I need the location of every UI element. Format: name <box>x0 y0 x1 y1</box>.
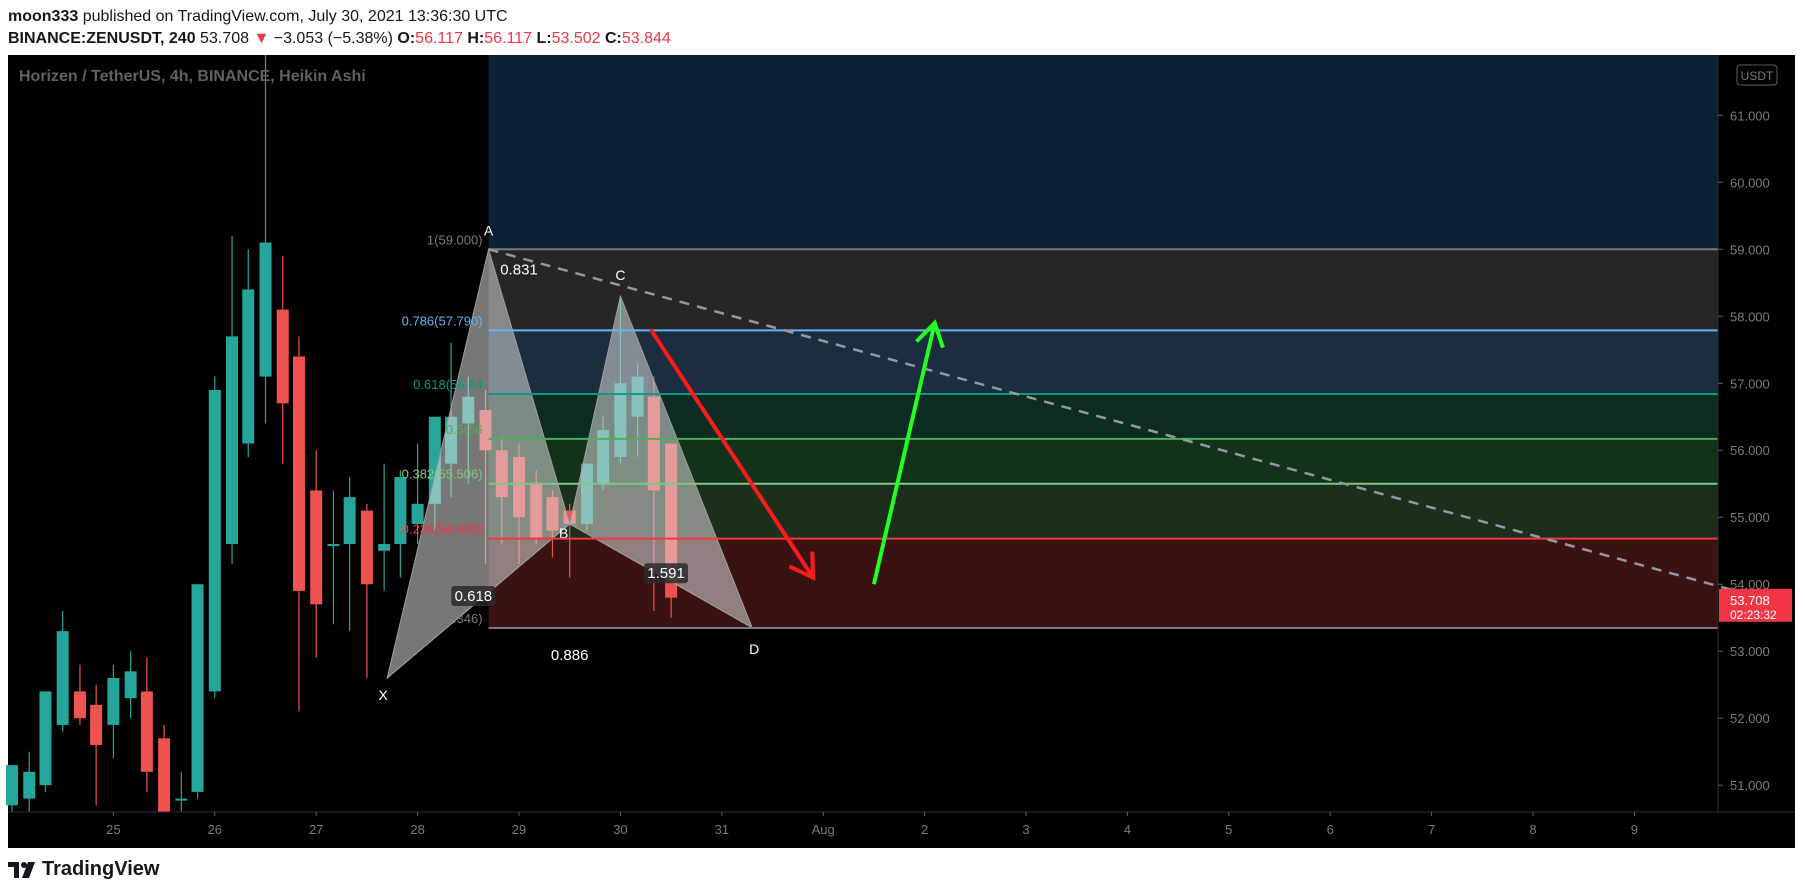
price-tick-label: 60.000 <box>1730 175 1770 190</box>
time-tick-label: 29 <box>512 822 526 837</box>
time-tick-label: 8 <box>1529 822 1536 837</box>
price-chart[interactable]: XABCD 1(59.000)0.786(57.790)0.618(56.840… <box>0 0 1805 895</box>
fib-zone-above <box>488 55 1719 250</box>
fib-label-0: 0(53.346) <box>427 611 483 626</box>
candle-up <box>124 671 137 699</box>
fib-label-0.618: 0.618(56.84 <box>413 377 482 392</box>
time-tick-label: 7 <box>1428 822 1435 837</box>
candle-down <box>360 510 373 585</box>
time-tick-label: 27 <box>309 822 323 837</box>
pattern-point-c: C <box>615 267 625 283</box>
candle-up <box>378 544 391 551</box>
time-tick-label: 3 <box>1022 822 1029 837</box>
pattern-ratio-label: 0.886 <box>551 647 589 664</box>
tradingview-logo[interactable]: TradingView <box>8 858 159 881</box>
candle-up <box>343 497 356 545</box>
time-tick-label: 4 <box>1124 822 1131 837</box>
time-tick-label: 9 <box>1631 822 1638 837</box>
candle-down <box>276 309 289 404</box>
fib-label-0.382: 0.382(55.506) <box>402 467 483 482</box>
candle-up <box>327 544 340 547</box>
candle-up <box>226 336 239 545</box>
time-tick-label: Aug <box>812 822 835 837</box>
time-tick-label: 2 <box>921 822 928 837</box>
candle-down <box>90 704 103 746</box>
pattern-ratio-label: 1.591 <box>647 565 685 582</box>
candle-up <box>208 389 221 692</box>
price-tick-label: 61.000 <box>1730 108 1770 123</box>
price-tick-label: 53.000 <box>1730 644 1770 659</box>
candle-up <box>191 584 204 792</box>
candle-down <box>158 738 171 812</box>
candle-down <box>292 356 305 591</box>
candle-up <box>242 289 255 444</box>
brand-name: TradingView <box>42 858 160 880</box>
tradingview-icon <box>8 861 35 878</box>
time-tick-label: 6 <box>1327 822 1334 837</box>
price-tick-label: 58.000 <box>1730 309 1770 324</box>
fib-label-0.5: 0.5(56 <box>446 422 483 437</box>
candle-down <box>140 691 153 772</box>
pattern-ratio-label: 0.831 <box>500 262 538 279</box>
time-tick-label: 31 <box>715 822 729 837</box>
candle-up <box>23 771 36 799</box>
fib-label-0.786: 0.786(57.790) <box>402 313 483 328</box>
candle-up <box>6 765 18 806</box>
last-price-value: 53.708 <box>1730 593 1770 608</box>
fib-label-0.236: 0.236(54.680) <box>402 522 483 537</box>
price-tick-label: 51.000 <box>1730 778 1770 793</box>
candle-up <box>175 798 188 801</box>
currency-badge-label: USDT <box>1741 69 1774 83</box>
chart-title: Horizen / TetherUS, 4h, BINANCE, Heikin … <box>19 68 366 85</box>
candle-down <box>310 490 323 605</box>
fib-zone-1 <box>488 249 1719 331</box>
pattern-ratio-label: 0.618 <box>455 588 493 605</box>
time-tick-label: 28 <box>410 822 424 837</box>
fib-label-1: 1(59.000) <box>427 232 483 247</box>
candle-up <box>259 242 272 377</box>
time-tick-label: 30 <box>613 822 627 837</box>
candle-up <box>56 631 69 725</box>
candle-up <box>39 691 52 786</box>
time-tick-label: 26 <box>208 822 222 837</box>
pattern-point-a: A <box>484 222 494 238</box>
time-tick-label: 5 <box>1225 822 1232 837</box>
price-tick-label: 55.000 <box>1730 510 1770 525</box>
price-tick-label: 59.000 <box>1730 242 1770 257</box>
pattern-point-x: X <box>379 687 389 703</box>
price-tick-label: 52.000 <box>1730 711 1770 726</box>
bar-countdown: 02:23:32 <box>1730 608 1777 622</box>
price-tick-label: 56.000 <box>1730 443 1770 458</box>
candle-down <box>73 691 86 719</box>
time-tick-label: 25 <box>106 822 120 837</box>
price-tick-label: 57.000 <box>1730 376 1770 391</box>
candle-up <box>107 678 120 725</box>
pattern-point-d: D <box>749 641 759 657</box>
